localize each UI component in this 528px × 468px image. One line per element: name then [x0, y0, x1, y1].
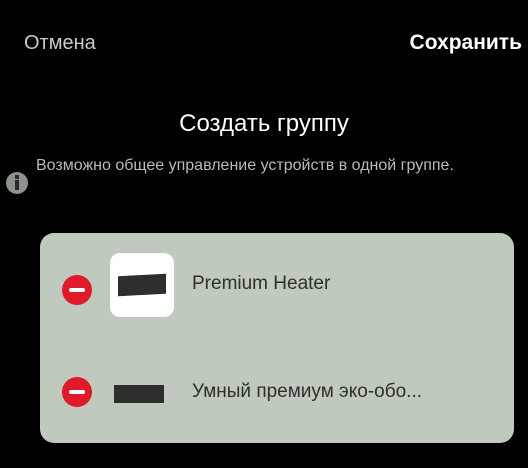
remove-device-button[interactable]	[62, 377, 92, 407]
heater-icon	[114, 385, 164, 403]
heater-icon	[118, 273, 166, 297]
info-icon	[6, 172, 28, 194]
device-name: Умный премиум эко-обо...	[192, 381, 423, 402]
device-thumbnail	[110, 253, 174, 317]
remove-device-button[interactable]	[62, 275, 92, 305]
page-title: Создать группу	[179, 110, 349, 137]
top-bar: Отмена Сохранить	[0, 0, 528, 86]
create-group-screen: Отмена Сохранить Создать группу Возможно…	[0, 0, 528, 468]
device-thumbnail	[110, 359, 174, 423]
save-button[interactable]: Сохранить	[410, 31, 522, 55]
hint-text: Возможно общее управление устройств в од…	[36, 157, 454, 174]
list-item: Premium Heater	[40, 247, 514, 331]
list-item: Умный премиум эко-обо...	[40, 345, 514, 429]
cancel-button[interactable]: Отмена	[24, 32, 96, 55]
device-name: Premium Heater	[192, 273, 331, 294]
device-list-card: Premium Heater Умный премиум эко-обо...	[40, 233, 514, 443]
